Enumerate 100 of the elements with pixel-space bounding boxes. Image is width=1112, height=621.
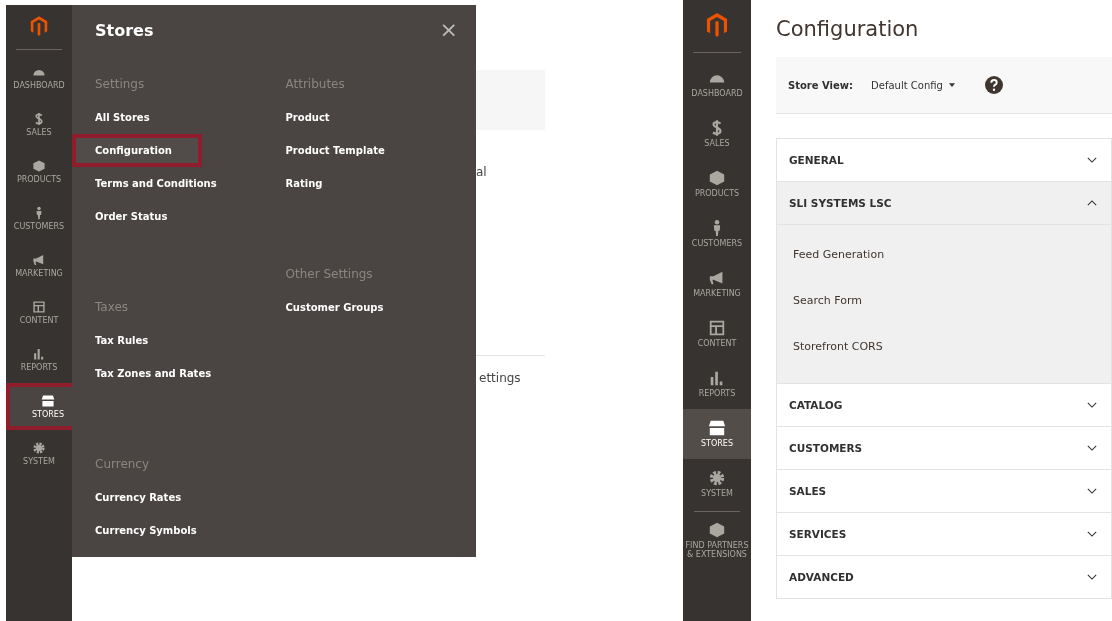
sidebar-item[interactable]: PRODUCTS <box>683 159 751 209</box>
sidebar-item[interactable]: SALES <box>8 101 70 148</box>
chevron-down-icon <box>1087 531 1097 537</box>
sidebar-item[interactable]: FIND PARTNERS & EXTENSIONS <box>683 512 751 568</box>
sidebar-label: MARKETING <box>692 289 742 299</box>
sidebar-item[interactable]: SALES <box>683 109 751 159</box>
help-icon[interactable] <box>984 76 1003 94</box>
chevron-down-icon <box>1087 402 1097 408</box>
menu-title: Stores <box>95 20 154 40</box>
sidebar-label: DASHBOARD <box>690 89 744 99</box>
partial-text: al <box>476 165 487 179</box>
sidebar-label: CUSTOMERS <box>690 239 744 249</box>
section-header[interactable]: SALES <box>777 470 1111 512</box>
menu-link[interactable]: Terms and Conditions <box>95 167 217 200</box>
section-title: ADVANCED <box>789 571 854 583</box>
chevron-up-icon <box>1087 200 1097 206</box>
sidebar-label: CUSTOMERS <box>13 222 65 231</box>
menu-link[interactable]: Order Status <box>95 200 168 233</box>
menu-heading: Settings <box>95 76 145 93</box>
section-title: SERVICES <box>789 528 847 540</box>
sidebar-label: FIND PARTNERS & EXTENSIONS <box>684 540 750 560</box>
section-title: GENERAL <box>789 154 844 166</box>
menu-link[interactable]: All Stores <box>95 101 150 134</box>
sidebar-label: SYSTEM <box>23 457 55 466</box>
store-view-dropdown[interactable]: Default Config <box>871 79 955 91</box>
menu-heading: Currency <box>95 456 150 473</box>
layout-icon <box>32 300 46 314</box>
sidebar-item[interactable]: REPORTS <box>8 336 70 383</box>
megaphone-icon <box>32 253 46 267</box>
chevron-down-icon <box>1087 488 1097 494</box>
partial-text: ettings <box>479 371 521 385</box>
section-title: CUSTOMERS <box>789 442 863 454</box>
chevron-down-icon <box>1087 445 1097 451</box>
sidebar-label: REPORTS <box>697 389 737 399</box>
menu-link[interactable]: Product <box>285 101 330 134</box>
sidebar-label: STORES <box>32 410 64 419</box>
page-title: Configuration <box>776 17 920 41</box>
sidebar-label: STORES <box>700 439 734 449</box>
menu-link[interactable]: Rating <box>285 167 323 200</box>
menu-link[interactable]: Product Template <box>285 134 385 167</box>
menu-link[interactable]: Tax Rules <box>95 324 149 357</box>
section-link[interactable]: Storefront CORS <box>793 327 1111 373</box>
section-header[interactable]: SERVICES <box>777 513 1111 555</box>
sidebar-item[interactable]: CUSTOMERS <box>683 209 751 259</box>
section-title: SALES <box>789 485 827 497</box>
section-header[interactable]: CATALOG <box>777 384 1111 426</box>
close-button[interactable]: × <box>439 19 458 41</box>
menu-link[interactable]: Currency Rates <box>95 481 182 514</box>
bar-chart-icon <box>32 347 46 361</box>
section-header[interactable]: GENERAL <box>777 139 1111 181</box>
sidebar-item[interactable]: CONTENT <box>8 289 70 336</box>
sidebar-item[interactable]: CONTENT <box>683 309 751 359</box>
menu-heading: Attributes <box>285 76 345 93</box>
menu-link[interactable]: Customer Groups <box>285 291 384 324</box>
sidebar-item[interactable]: CUSTOMERS <box>8 195 70 242</box>
logo-icon <box>30 15 48 37</box>
menu-heading: Taxes <box>95 299 129 316</box>
storefront-icon <box>708 419 726 438</box>
sidebar-label: PRODUCTS <box>693 189 741 199</box>
menu-link[interactable]: Currency Symbols <box>95 514 197 547</box>
section-header[interactable]: SLI SYSTEMS LSC <box>777 182 1111 225</box>
sidebar-label: CONTENT <box>696 339 738 349</box>
layout-icon <box>708 319 726 338</box>
sidebar-item[interactable]: DASHBOARD <box>683 59 751 109</box>
settings-icon <box>708 469 726 488</box>
sidebar-item[interactable]: PRODUCTS <box>8 148 70 195</box>
menu-link[interactable]: Tax Zones and Rates <box>95 357 212 390</box>
chevron-down-icon <box>1087 574 1097 580</box>
box-icon <box>32 159 46 173</box>
sidebar-label: DASHBOARD <box>13 81 65 90</box>
section-title: SLI SYSTEMS LSC <box>789 197 892 209</box>
sidebar-item[interactable]: MARKETING <box>8 242 70 289</box>
section-link[interactable]: Search Form <box>793 281 1111 327</box>
menu-heading: Other Settings <box>285 266 373 283</box>
sidebar-item[interactable]: STORES <box>683 409 751 459</box>
menu-link[interactable]: Configuration <box>72 134 202 167</box>
section-link[interactable]: Feed Generation <box>793 235 1111 281</box>
sidebar-label: REPORTS <box>20 363 58 372</box>
sidebar-label: SALES <box>26 128 52 137</box>
blocks-icon <box>708 520 726 539</box>
section-title: CATALOG <box>789 399 843 411</box>
sidebar-item[interactable]: DASHBOARD <box>8 54 70 101</box>
store-view-label: Store View: <box>788 79 854 91</box>
sidebar-label: SALES <box>703 139 731 149</box>
sidebar-item[interactable]: REPORTS <box>683 359 751 409</box>
settings-icon <box>32 441 46 455</box>
section-header[interactable]: ADVANCED <box>777 556 1111 598</box>
caret-icon <box>948 83 955 87</box>
sidebar-item[interactable]: SYSTEM <box>683 459 751 509</box>
storefront-icon <box>41 394 55 408</box>
logo-icon <box>706 12 728 38</box>
chevron-down-icon <box>1087 157 1097 163</box>
sidebar-label: MARKETING <box>15 269 63 278</box>
sidebar-item[interactable]: MARKETING <box>683 259 751 309</box>
sidebar-label: PRODUCTS <box>16 175 62 184</box>
sidebar-label: SYSTEM <box>700 489 734 499</box>
sidebar-item[interactable]: SYSTEM <box>8 430 70 477</box>
box-icon <box>708 169 726 188</box>
section-header[interactable]: CUSTOMERS <box>777 427 1111 469</box>
sidebar-label: CONTENT <box>19 316 59 325</box>
